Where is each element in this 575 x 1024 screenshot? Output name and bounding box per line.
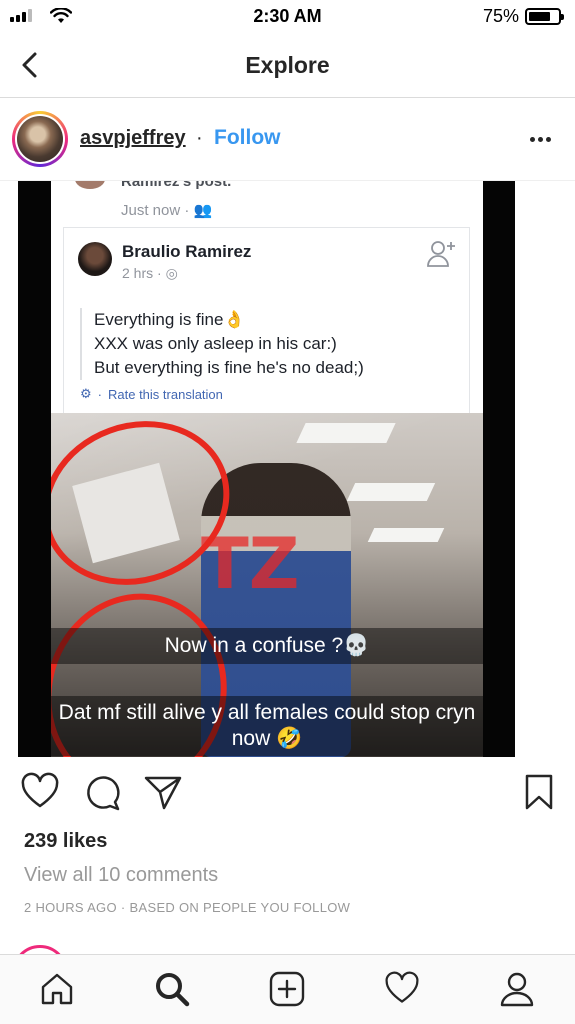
- friends-icon: 👥: [193, 202, 213, 219]
- home-icon[interactable]: [37, 969, 77, 1009]
- avatar-image: [17, 116, 63, 162]
- status-bar: 2:30 AM 75%: [0, 0, 575, 32]
- post-header: asvpjeffrey · Follow: [0, 99, 575, 181]
- ceiling-light: [367, 528, 445, 542]
- snap-caption-1: Now in a confuse ?💀: [51, 628, 483, 664]
- battery-percent: 75%: [482, 6, 519, 26]
- fb-post-time: 2 hrs · ◎: [122, 265, 178, 282]
- post-actions: [0, 772, 575, 818]
- fb-post-body: Everything is fine👌 XXX was only asleep …: [80, 308, 364, 380]
- based-on-following: BASED ON PEOPLE YOU FOLLOW: [129, 900, 351, 915]
- heart-icon[interactable]: [382, 969, 422, 1009]
- battery-icon: [525, 8, 564, 25]
- ceiling-light: [296, 423, 396, 443]
- fb-line-2: XXX was only asleep in his car:): [94, 334, 337, 353]
- add-post-icon[interactable]: [267, 969, 307, 1009]
- previous-author-avatar: [75, 181, 105, 189]
- previous-post-time: Just now · 👥: [121, 201, 212, 219]
- ceiling-light: [346, 483, 436, 501]
- heart-icon[interactable]: [20, 772, 60, 812]
- follow-button[interactable]: Follow: [214, 126, 281, 150]
- rate-translation: ⚙ · Rate this translation: [80, 386, 223, 402]
- rate-translation-text: Rate this translation: [108, 386, 223, 402]
- post-meta: 2 HOURS AGO · BASED ON PEOPLE YOU FOLLOW: [24, 900, 350, 915]
- snap-caption-2-line-1: Dat mf still alive y all females could s…: [58, 701, 476, 724]
- post-username[interactable]: asvpjeffrey: [80, 127, 186, 150]
- fb-line-3: But everything is fine he's no dead;): [94, 358, 364, 377]
- gear-icon: ⚙: [80, 386, 92, 401]
- post-image[interactable]: Ramirez's post. Just now · 👥 Braulio Ram…: [18, 181, 515, 757]
- globe-icon: ◎: [165, 265, 178, 281]
- bookmark-icon[interactable]: [522, 772, 556, 812]
- previous-post-time-text: Just now ·: [121, 202, 190, 219]
- rate-translation-dot: ·: [97, 386, 102, 402]
- nav-bar: Explore: [0, 32, 575, 98]
- fb-line-1: Everything is fine👌: [94, 310, 245, 329]
- profile-icon[interactable]: [497, 969, 537, 1009]
- shared-post: Braulio Ramirez 2 hrs · ◎ Everything is …: [63, 227, 470, 413]
- fb-author-name: Braulio Ramirez: [122, 242, 252, 261]
- previous-post-author: Ramirez's post.: [121, 181, 232, 190]
- tab-bar: [0, 954, 575, 1024]
- comment-icon[interactable]: [82, 772, 122, 812]
- more-options-icon[interactable]: [530, 137, 551, 142]
- share-icon[interactable]: [143, 772, 183, 812]
- view-comments-link[interactable]: View all 10 comments: [24, 864, 218, 887]
- fb-author-avatar: [78, 242, 112, 276]
- fb-post-time-text: 2 hrs ·: [122, 265, 162, 281]
- page-title: Explore: [245, 52, 330, 78]
- username-separator: ·: [196, 127, 203, 149]
- snap-caption-2-line-2: now 🤣: [231, 727, 303, 750]
- post-time: 2 HOURS AGO: [24, 900, 117, 915]
- add-friend-icon: [427, 241, 455, 267]
- avatar[interactable]: [12, 111, 68, 167]
- screenshot-facebook-card: Ramirez's post. Just now · 👥 Braulio Ram…: [51, 181, 483, 413]
- snap-caption-2: Dat mf still alive y all females could s…: [51, 696, 483, 756]
- likes-count[interactable]: 239 likes: [24, 830, 107, 853]
- search-icon[interactable]: [152, 969, 192, 1009]
- meta-separator: ·: [120, 900, 126, 915]
- embedded-photo: TZ Now in a confuse ?💀 Dat mf still aliv…: [51, 413, 483, 757]
